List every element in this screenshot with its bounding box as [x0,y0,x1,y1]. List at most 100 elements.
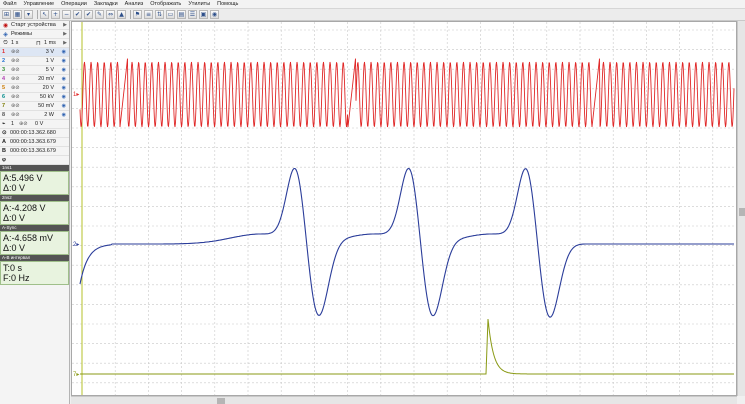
menu-help[interactable]: Помощь [217,0,238,9]
cursor-time-value: 000:00:13.362.680 [10,130,56,136]
eye-icon[interactable]: ◉ [62,112,66,118]
trigger-channel: 1 [11,121,15,127]
channel-number: 8 [2,112,6,118]
horizontal-scrollbar[interactable] [71,396,737,404]
start-icon: ◉ [2,21,9,29]
channel-scale: 3 V [45,49,54,55]
modes-label: Режимы [11,31,32,37]
scroll-thumb[interactable] [217,398,225,404]
trigger-icon: ⌁ [2,121,6,127]
channel-scale: 20 V [42,85,54,91]
menu-analysis[interactable]: Анализ [125,0,144,9]
channel-select-icon[interactable]: ▾ [24,10,33,19]
mode-icon[interactable]: ⊞ [2,10,11,19]
oscilloscope-plot[interactable]: 1▸ 2▸ 7▸ [71,21,737,396]
sample-interval-value: 1 ms [44,40,56,46]
cursor-b-row[interactable]: B 000:00:13.363.679 [0,147,69,156]
align-icon[interactable]: ≡ [144,10,153,19]
cursor-a-row[interactable]: A 000:00:13.363.679 [0,138,69,147]
channel-number: 4 [2,76,6,82]
menu-utilities[interactable]: Утилиты [188,0,210,9]
cursor-a-label: A [2,139,6,145]
channel-settings-icon[interactable]: ⊛⊘ [11,103,27,109]
chevron-right-icon: ▶ [63,40,67,46]
edit-icon[interactable]: ✎ [95,10,104,19]
channel-row[interactable]: 5 ⊛⊘ 20 V ◉ [0,84,69,93]
menu-file[interactable]: Файл [3,0,17,9]
toolbar: ⊞ ▦ ▾ ↖ + − ✔ ✔ ✎ ⇔ ▲ ⚑ ≡ ⇅ ▭ ▤ ☰ ▣ ◉ [0,9,745,21]
measurement-panel: A-Sync A:-4.658 mV Δ:0 V [0,225,69,255]
channel-number: 6 [2,94,6,100]
eye-icon[interactable]: ◉ [62,58,66,64]
modes-icon: ◈ [3,30,8,38]
channel-settings-icon[interactable]: ⊛⊘ [11,112,27,118]
check-all-icon[interactable]: ✔ [84,10,93,19]
channel-settings-icon[interactable]: ⊛⊘ [11,67,27,73]
phase-row[interactable]: φ [0,156,69,165]
bookmark-icon[interactable]: ⚑ [133,10,142,19]
grid-icon[interactable]: ▦ [13,10,22,19]
start-device-label: Старт устройства [11,22,56,28]
menu-bookmarks[interactable]: Закладки [94,0,118,9]
chevron-right-icon: ▶ [63,22,67,28]
channel-settings-icon[interactable]: ⊛⊘ [11,49,27,55]
channel-1-trace [79,58,735,128]
menu-control[interactable]: Управление [24,0,55,9]
report-icon[interactable]: ▣ [199,10,208,19]
eye-icon[interactable]: ◉ [62,67,66,73]
eye-icon[interactable]: ◉ [62,76,66,82]
window-icon[interactable]: ▭ [166,10,175,19]
plot-canvas[interactable]: 1▸ 2▸ 7▸ [72,22,736,395]
zoom-out-icon[interactable]: − [62,10,71,19]
channel-scale: 5 V [45,67,54,73]
trigger-row[interactable]: ⌁ 1 ⊕⊘ 0 V [0,120,69,129]
channel-settings-icon[interactable]: ⊛⊘ [11,94,27,100]
eye-icon[interactable]: ◉ [62,49,66,55]
channel-number: 1 [2,49,6,55]
cursor-a-value: 000:00:13.363.679 [10,139,56,145]
channel-number: 3 [2,67,6,73]
channel-row[interactable]: 6 ⊛⊘ 50 kV ◉ [0,93,69,102]
eye-icon[interactable]: ◉ [62,94,66,100]
menu-operations[interactable]: Операции [61,0,87,9]
cursor-time-row[interactable]: ⊙ 000:00:13.362.680 [0,129,69,138]
list-icon[interactable]: ☰ [188,10,197,19]
channel-row[interactable]: 1 ⊛⊘ 3 V ◉ [0,48,69,57]
eye-icon[interactable]: ◉ [62,85,66,91]
channel-scale: 50 mV [38,103,54,109]
zoom-in-icon[interactable]: + [51,10,60,19]
measurement-body: A:-4.208 V Δ:0 V [0,201,69,225]
scroll-thumb[interactable] [739,208,745,216]
cursor-icon[interactable]: ↖ [40,10,49,19]
channel-row[interactable]: 8 ⊛⊘ 2 W ◉ [0,111,69,120]
table-icon[interactable]: ▤ [177,10,186,19]
channel-list: 1 ⊛⊘ 3 V ◉ 2 ⊛⊘ 1 V ◉ 3 ⊛⊘ 5 V ◉ 4 ⊛⊘ 20 mV ◉ 5 ⊛⊘ 20 V ◉ 6 ⊛… [0,48,69,120]
menu-display[interactable]: Отображать [150,0,181,9]
channel-row[interactable]: 4 ⊛⊘ 20 mV ◉ [0,75,69,84]
toolbar-separator [37,10,38,19]
menu-bar: Файл Управление Операции Закладки Анализ… [0,0,745,9]
cursor-b-label: B [2,148,6,154]
measurement-body: T:0 s F:0 Hz [0,261,69,285]
measurement-a-value: A:-4.208 V [3,203,46,213]
channel-settings-icon[interactable]: ⊛⊘ [11,85,27,91]
measure-icon[interactable]: ⇔ [106,10,115,19]
modes-item[interactable]: ◈ Режимы ▶ [0,30,69,39]
measurement-panel: A-B интервал T:0 s F:0 Hz [0,255,69,285]
sample-icon: ⊓ [36,39,41,47]
measurement-body: A:-4.658 mV Δ:0 V [0,231,69,255]
timebase-value: 1 s [11,40,19,46]
help-icon[interactable]: ◉ [210,10,219,19]
channel-row[interactable]: 2 ⊛⊘ 1 V ◉ [0,57,69,66]
vertical-scrollbar[interactable] [737,21,745,396]
start-device-item[interactable]: ◉ Старт устройства ▶ [0,21,69,30]
timebase-row[interactable]: ⏲ 1 s ⊓ 1 ms ▶ [0,39,69,48]
check-icon[interactable]: ✔ [73,10,82,19]
marker-icon[interactable]: ▲ [117,10,126,19]
channel-row[interactable]: 3 ⊛⊘ 5 V ◉ [0,66,69,75]
channel-row[interactable]: 7 ⊛⊘ 50 mV ◉ [0,102,69,111]
channel-settings-icon[interactable]: ⊛⊘ [11,76,27,82]
eye-icon[interactable]: ◉ [62,103,66,109]
split-icon[interactable]: ⇅ [155,10,164,19]
channel-settings-icon[interactable]: ⊛⊘ [11,58,27,64]
